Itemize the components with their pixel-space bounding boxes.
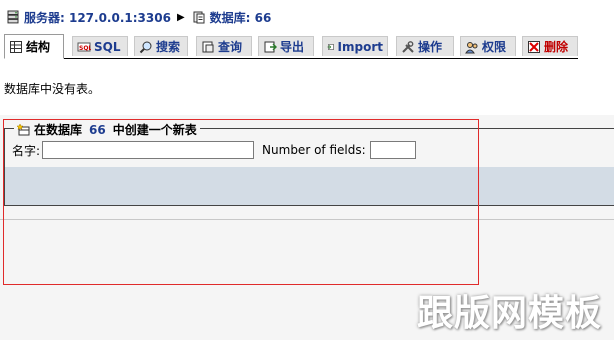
divider [0,219,614,220]
breadcrumb: 服务器: 127.0.0.1:3306 ▶ 数据库: 66 [6,8,271,26]
tab-sql[interactable]: SQL SQL [72,36,128,56]
tab-search[interactable]: 搜索 [134,36,188,56]
legend-suffix: 中创建一个新表 [112,123,197,137]
tab-search-label: 搜索 [156,40,181,54]
tab-export[interactable]: 导出 [258,36,314,56]
watermark: 跟版网模板 [416,293,602,334]
tab-structure[interactable]: 结构 [4,34,64,59]
export-icon [264,41,277,52]
search-icon [139,41,152,53]
tab-sql-label: SQL [94,39,121,54]
tab-structure-label: 结构 [26,40,51,54]
breadcrumb-server-link[interactable]: 服务器: 127.0.0.1:3306 [24,9,171,26]
server-icon [7,10,19,24]
tab-import[interactable]: Import [322,36,388,56]
query-icon [202,41,214,52]
tab-operations-label: 操作 [418,40,443,54]
tab-privileges-label: 权限 [482,40,507,54]
create-table-legend: 在数据库 66 中创建一个新表 [14,121,200,138]
legend-db-name: 66 [89,122,106,137]
tab-drop-label: 删除 [544,40,569,54]
fields-count-input[interactable] [369,141,416,159]
create-table-form: 名字: Number of fields: [12,139,416,161]
drop-icon [528,40,540,53]
breadcrumb-database-link[interactable]: 数据库: 66 [210,9,272,26]
tab-query-label: 查询 [218,40,243,54]
tab-import-label: Import [337,39,383,54]
breadcrumb-separator: ▶ [176,11,185,23]
tab-drop[interactable]: 删除 [522,36,578,56]
import-icon [327,43,334,50]
tab-privileges[interactable]: 权限 [460,36,516,56]
button-band [5,167,614,205]
svg-text:SQL: SQL [79,45,91,52]
table-name-input[interactable] [42,141,255,159]
tab-query[interactable]: 查询 [196,36,252,56]
table-name-label: 名字: [12,143,41,158]
database-icon [193,11,205,24]
legend-prefix: 在数据库 [34,123,83,137]
structure-icon [10,40,22,53]
fields-count-label: Number of fields: [262,143,366,157]
sql-icon: SQL [77,42,91,52]
operations-icon [402,40,414,53]
tab-operations[interactable]: 操作 [396,36,454,56]
new-table-icon [17,122,30,135]
no-tables-message: 数据库中没有表。 [4,82,101,96]
privileges-icon [465,41,478,53]
tab-export-label: 导出 [280,40,305,54]
tab-bar: 结构 SQL SQL 搜索 查询 导出 Import 操作 权限 删除 [4,34,578,59]
